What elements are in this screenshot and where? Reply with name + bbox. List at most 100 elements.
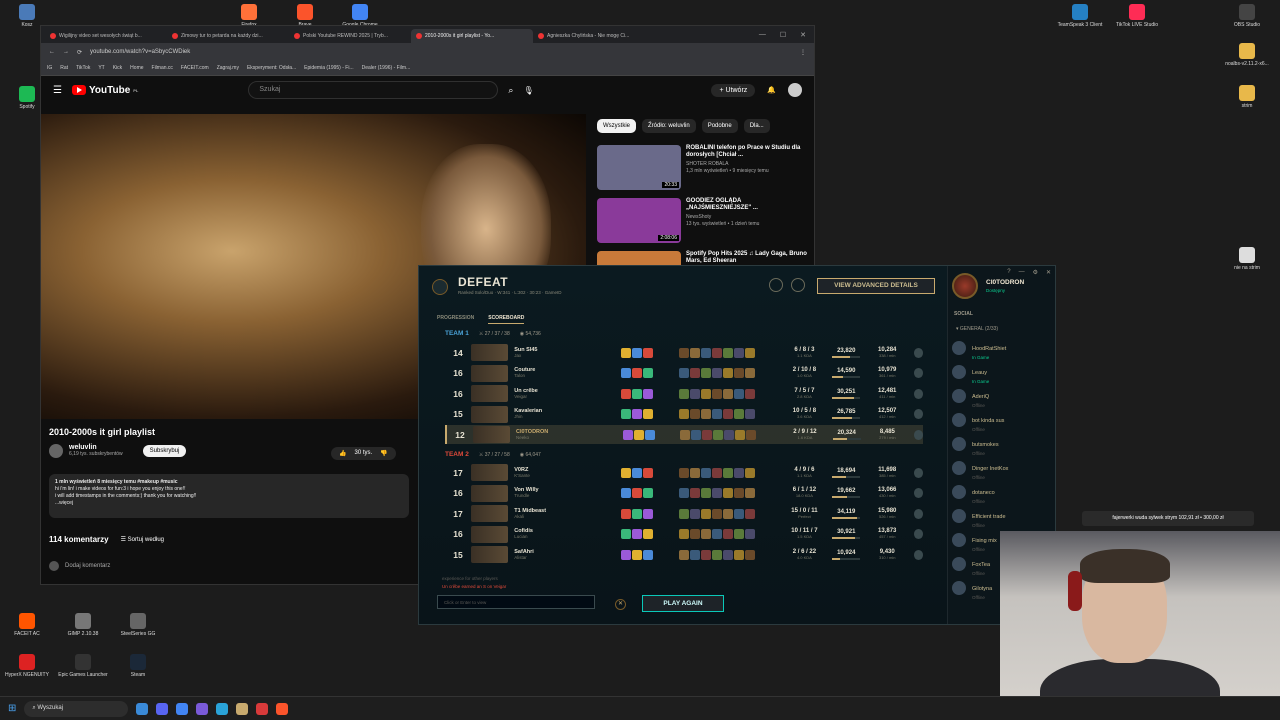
search-input[interactable]: Szukaj bbox=[248, 81, 499, 99]
download-icon[interactable] bbox=[791, 278, 805, 292]
start-icon[interactable]: ⊞ bbox=[8, 703, 16, 714]
video-thumbnail[interactable]: 20:33 bbox=[597, 145, 681, 190]
subscribe-button[interactable]: Subskrybuj bbox=[142, 445, 187, 457]
video-title[interactable]: Spotify Pop Hits 2025 ♫ Lady Gaga, Bruno… bbox=[686, 251, 807, 265]
bookmark-link[interactable]: Epidemia (1995) - Fi... bbox=[304, 65, 353, 71]
friend-item[interactable]: Leauy In Game bbox=[952, 362, 1052, 384]
filter-chip[interactable]: Źródło: weluvlin bbox=[642, 119, 696, 133]
add-comment-field[interactable]: Dodaj komentarz bbox=[49, 561, 110, 571]
filter-chip[interactable]: Wszystkie bbox=[597, 119, 636, 133]
play-again-button[interactable]: PLAY AGAIN bbox=[642, 595, 724, 612]
close-icon[interactable]: ✕ bbox=[1046, 269, 1051, 276]
minimize-icon[interactable]: — bbox=[759, 31, 766, 39]
channel-avatar[interactable] bbox=[49, 444, 63, 458]
video-title[interactable]: GOODIEZ OGLĄDA „NAJŚMIESZNIEJSZE" ... bbox=[686, 198, 807, 212]
browser-tab[interactable]: Agnieszka Chylińska - Nie mogę Ci... bbox=[533, 29, 655, 43]
file-explorer-icon[interactable] bbox=[136, 702, 149, 715]
scoreboard-row[interactable]: 16 Un crêbe Veigar 7 / 5 / 7 2.8 KDA 30,251 12… bbox=[445, 384, 923, 403]
recommended-video[interactable]: 2:08:06 GOODIEZ OGLĄDA „NAJŚMIESZNIEJSZE"… bbox=[597, 198, 807, 246]
close-postgame-button[interactable]: ✕ bbox=[615, 599, 626, 610]
like-button[interactable]: 👍 30 tys. 👎 bbox=[331, 447, 396, 460]
filter-chip[interactable]: Dla... bbox=[743, 119, 770, 133]
bookmark-link[interactable]: Kick bbox=[113, 65, 122, 71]
bookmark-link[interactable]: IG bbox=[47, 65, 52, 71]
taskbar-search[interactable]: ⌕ Wyszukaj bbox=[24, 700, 129, 717]
bookmark-link[interactable]: FACEIT.com bbox=[181, 65, 209, 71]
maximize-icon[interactable]: ☐ bbox=[780, 31, 786, 39]
friend-item[interactable]: AderiQ Offline bbox=[952, 386, 1052, 408]
scoreboard-row[interactable]: 12 CI0TODRON Neeko 2 / 9 / 12 1.6 KDA 20,324 8… bbox=[445, 425, 924, 444]
replay-icon[interactable] bbox=[769, 278, 783, 292]
profile-avatar[interactable] bbox=[952, 273, 978, 299]
editor-icon[interactable] bbox=[196, 702, 209, 715]
minimize-icon[interactable]: — bbox=[1019, 269, 1025, 276]
tab-scoreboard[interactable]: SCOREBOARD bbox=[488, 315, 525, 324]
desktop-icon[interactable]: strim bbox=[1212, 85, 1280, 109]
extensions-icon[interactable]: ⋮ bbox=[800, 49, 806, 56]
bookmark-link[interactable]: Home bbox=[130, 65, 143, 71]
youtube-logo[interactable]: YouTube PL bbox=[71, 85, 138, 96]
profile-status[interactable]: Dostępny bbox=[986, 288, 1005, 293]
view-advanced-details-button[interactable]: VIEW ADVANCED DETAILS bbox=[817, 278, 935, 294]
profile-name[interactable]: CI0TODRON bbox=[986, 279, 1024, 286]
bookmark-link[interactable]: Rat bbox=[60, 65, 68, 71]
desktop-icon[interactable]: nie na strim bbox=[1212, 247, 1280, 271]
player-name[interactable]: T1 Midbeast bbox=[514, 508, 583, 514]
help-icon[interactable]: ? bbox=[1007, 269, 1010, 276]
discord-icon[interactable] bbox=[156, 702, 169, 715]
friend-item[interactable]: Efficient trade Offline bbox=[952, 506, 1052, 528]
desktop-icon[interactable]: noalbs-v2.11.2-x6... bbox=[1212, 43, 1280, 67]
desktop-icon[interactable]: Steam bbox=[103, 654, 173, 678]
desktop-icon[interactable]: SteelSeries GG bbox=[103, 613, 173, 637]
desktop-icon[interactable]: TikTok LIVE Studio bbox=[1102, 4, 1172, 28]
forward-icon[interactable]: → bbox=[63, 49, 69, 55]
mic-icon[interactable]: 🎙 bbox=[523, 86, 533, 95]
chrome-icon[interactable] bbox=[176, 702, 189, 715]
desktop-icon[interactable]: OBS Studio bbox=[1212, 4, 1280, 28]
search-icon[interactable]: ⌕ bbox=[508, 85, 513, 96]
url-field[interactable]: youtube.com/watch?v=aSbycCWDiek bbox=[90, 49, 792, 55]
thumbs-down-icon[interactable]: 👎 bbox=[380, 450, 387, 457]
back-icon[interactable]: ← bbox=[49, 49, 55, 55]
video-thumbnail[interactable]: 2:08:06 bbox=[597, 198, 681, 243]
account-avatar[interactable] bbox=[788, 83, 802, 97]
browser-tab[interactable]: Wigilijny video set wesołych świąt b... bbox=[45, 29, 167, 43]
riot-client-icon[interactable] bbox=[256, 702, 269, 715]
player-name[interactable]: Sun SI45 bbox=[514, 347, 583, 353]
league-client-icon[interactable] bbox=[236, 702, 249, 715]
scoreboard-row[interactable]: 15 SafAhri Alistar 2 / 6 / 22 4.0 KDA 10,924 9… bbox=[445, 545, 923, 564]
bookmark-link[interactable]: Filman.cc bbox=[152, 65, 173, 71]
scoreboard-row[interactable]: 17 V0RZ K'Sante 4 / 9 / 6 1.1 KDA 18,694 11,69… bbox=[445, 463, 923, 482]
friend-group-header[interactable]: ▾ GENERAL (2/33) bbox=[956, 326, 998, 332]
settings-icon[interactable]: ⚙ bbox=[1033, 269, 1038, 276]
friend-item[interactable]: dotaneco Offline bbox=[952, 482, 1052, 504]
bell-icon[interactable]: 🔔 bbox=[767, 86, 776, 94]
scoreboard-row[interactable]: 16 Von Willy Trundle 6 / 1 / 12 18.0 KDA 19,6… bbox=[445, 484, 923, 503]
create-button[interactable]: + Utwórz bbox=[711, 83, 756, 97]
bookmark-link[interactable]: Zagraj.my bbox=[217, 65, 239, 71]
friend-item[interactable]: Dinger InetKox Offline bbox=[952, 458, 1052, 480]
friend-item[interactable]: butsmokes Offline bbox=[952, 434, 1052, 456]
bookmark-link[interactable]: Dealer (1996) - Film... bbox=[362, 65, 411, 71]
filter-chip[interactable]: Podobne bbox=[701, 119, 738, 133]
player-name[interactable]: Kavalerian bbox=[514, 408, 583, 414]
channel-name[interactable]: weluvlin bbox=[69, 444, 123, 451]
tab-progression[interactable]: PROGRESSION bbox=[437, 315, 474, 324]
video-description[interactable]: 1 mln wyświetleń 8 miesięcy temu #makeup… bbox=[49, 474, 409, 518]
browser-tab[interactable]: Polski Youtube REWIND 2025 | Tryb... bbox=[289, 29, 411, 43]
friend-item[interactable]: bot kinda sus Offline bbox=[952, 410, 1052, 432]
bookmark-link[interactable]: Eksperyment: Odsła... bbox=[247, 65, 296, 71]
description-more-link[interactable]: ...więcej bbox=[55, 500, 403, 507]
video-title[interactable]: ROBALINI telefon po Prace w Studiu dla d… bbox=[686, 145, 807, 159]
recommended-video[interactable]: 20:33 ROBALINI telefon po Prace w Studiu … bbox=[597, 145, 807, 193]
close-icon[interactable]: ✕ bbox=[800, 31, 806, 39]
brave-icon[interactable] bbox=[276, 702, 289, 715]
browser-tab[interactable]: Zimowy tur to petarda na każdy dzi... bbox=[167, 29, 289, 43]
sort-button[interactable]: ☰ Sortuj według bbox=[121, 536, 164, 543]
scoreboard-row[interactable]: 16 Couture Talon 2 / 10 / 8 1.0 KDA 14,590 10,… bbox=[445, 364, 923, 383]
browser-tab[interactable]: 2010-2000s it girl playlist - Yo... bbox=[411, 29, 533, 43]
reload-icon[interactable]: ⟳ bbox=[77, 49, 82, 56]
scoreboard-row[interactable]: 15 Kavalerian Jhin 10 / 5 / 8 3.6 KDA 26,785 1… bbox=[445, 405, 923, 424]
scoreboard-row[interactable]: 16 Cofidis Lucian 10 / 11 / 7 1.5 KDA 30,921 1… bbox=[445, 525, 923, 544]
bookmark-link[interactable]: TikTok bbox=[76, 65, 90, 71]
